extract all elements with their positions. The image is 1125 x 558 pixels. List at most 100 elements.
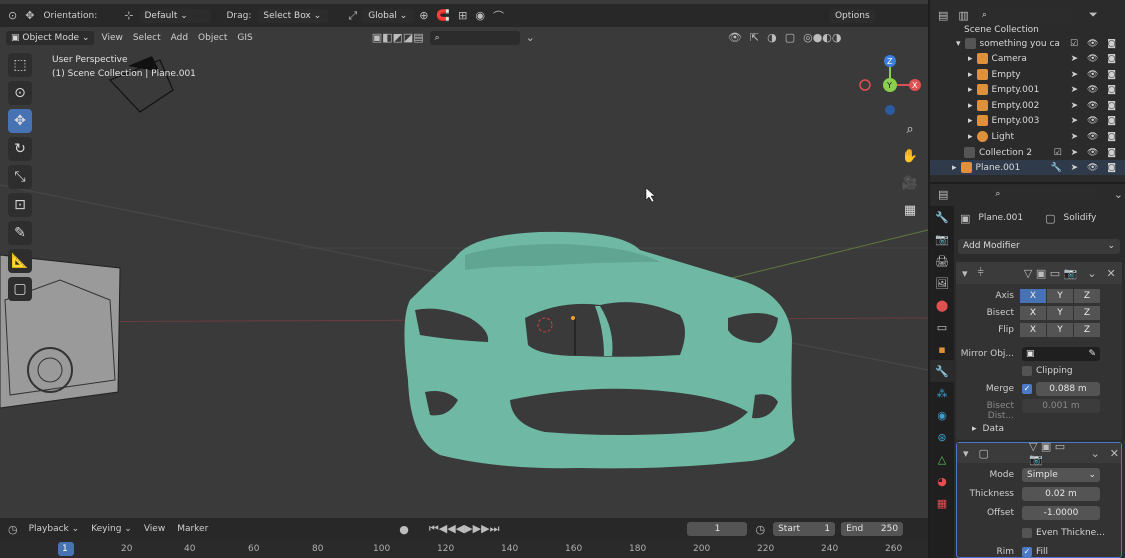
outliner-row[interactable]: Collection 2 ☑ ➤ 👁 ◙ — [930, 145, 1125, 160]
keying-menu[interactable]: Keying ⌄ — [88, 524, 135, 534]
record-icon[interactable]: ● — [397, 523, 411, 536]
collapse-chevron-icon[interactable]: ▾ — [961, 447, 971, 460]
object-tab-icon[interactable]: ▪ — [930, 338, 954, 360]
outliner-row[interactable]: ▾ something you ca ☑ 👁 ◙ — [930, 36, 1125, 51]
add-cube-tool-icon[interactable]: ▢ — [8, 277, 32, 301]
data-subpanel[interactable]: ▸ Data — [972, 424, 1004, 434]
ortho-grid-icon[interactable]: ▦ — [899, 199, 921, 221]
mirror-remove-icon[interactable]: ✕ — [1105, 267, 1118, 280]
flip-z-button[interactable]: Z — [1074, 323, 1100, 337]
transform-space-dropdown[interactable]: Global ⌄ — [363, 8, 414, 23]
snap-target-icon[interactable]: ⊞ — [456, 9, 469, 22]
output-tab-icon[interactable]: 🖨 — [930, 250, 954, 272]
properties-search-input[interactable]: ⌕ — [990, 187, 1098, 201]
outliner-row[interactable]: ▸ Empty.003 ➤ 👁 ◙ — [930, 113, 1125, 128]
offset-field[interactable]: -1.0000 — [1022, 506, 1100, 520]
editor-type-icon[interactable]: ◷ — [6, 523, 20, 536]
thickness-field[interactable]: 0.02 m — [1022, 487, 1100, 501]
drag-dropdown[interactable]: Select Box ⌄ — [258, 8, 329, 23]
menu-view[interactable]: View — [98, 33, 125, 43]
start-frame-field[interactable]: Start 1 — [773, 522, 836, 536]
visibility-icon[interactable]: 👁 — [726, 31, 744, 44]
axis-z-button[interactable]: Z — [1074, 289, 1100, 303]
move-tool-icon[interactable]: ✥ — [8, 109, 32, 133]
scene-tab-icon[interactable]: ⬤ — [930, 294, 954, 316]
add-modifier-button[interactable]: Add Modifier ⌄ — [958, 239, 1120, 254]
outliner-row[interactable]: ▸ Camera ➤ 👁 ◙ — [930, 51, 1125, 66]
world-tab-icon[interactable]: ▭ — [930, 316, 954, 338]
flip-x-button[interactable]: X — [1020, 323, 1046, 337]
menu-add[interactable]: Add — [168, 33, 191, 43]
proportional-edit-icon[interactable]: ◉ — [473, 9, 487, 22]
merge-distance-field[interactable]: 0.088 m — [1036, 382, 1100, 396]
bisect-y-button[interactable]: Y — [1047, 306, 1073, 320]
outliner-row[interactable]: ▸ Empty ➤ 👁 ◙ — [930, 67, 1125, 82]
playback-controls-icons[interactable]: ⏮◀◀◀▶▶▶⏭ — [427, 522, 502, 536]
view-layer-tab-icon[interactable]: 🖼 — [930, 272, 954, 294]
solidify-dropdown-icon[interactable]: ⌄ — [1089, 447, 1102, 460]
pan-hand-icon[interactable]: ✋ — [899, 145, 921, 167]
tool-tab-icon[interactable]: 🔧 — [930, 206, 954, 228]
clipping-checkbox[interactable]: Clipping — [1022, 366, 1073, 376]
playback-menu[interactable]: Playback ⌄ — [26, 524, 83, 534]
shading-icons[interactable]: ◎●◐◑ — [801, 31, 843, 44]
falloff-icon[interactable]: ⌒ — [491, 8, 506, 24]
bisect-z-button[interactable]: Z — [1074, 306, 1100, 320]
modifier-tab-icon[interactable]: 🔧 — [930, 360, 954, 382]
rotate-tool-icon[interactable]: ↻ — [8, 137, 32, 161]
move-gizmo-icon[interactable]: ✥ — [23, 9, 36, 22]
annotate-tool-icon[interactable]: ✎ — [8, 221, 32, 245]
options-chevron-icon[interactable]: ⌄ — [1112, 188, 1125, 201]
bisect-x-button[interactable]: X — [1020, 306, 1046, 320]
constraints-tab-icon[interactable]: ⊛ — [930, 426, 954, 448]
zoom-icon[interactable]: ⌕ — [899, 118, 921, 140]
editor-type-icon[interactable]: ▤ — [936, 188, 950, 201]
orientation-dropdown[interactable]: Default ⌄ — [139, 8, 210, 23]
view-menu[interactable]: View — [141, 524, 168, 534]
snap-icon[interactable]: 🧲 — [434, 9, 452, 22]
cursor-tool-icon[interactable]: ⊙ — [8, 81, 32, 105]
particles-tab-icon[interactable]: ⁂ — [930, 382, 954, 404]
mirror-object-field[interactable]: ▣ ✎ — [1022, 347, 1100, 361]
xray-icon[interactable]: ▢ — [783, 31, 797, 44]
data-tab-icon[interactable]: △ — [930, 448, 954, 470]
axis-x-button[interactable]: X — [1020, 289, 1046, 303]
editor-type-icon[interactable]: ▤ — [936, 9, 950, 22]
outliner-row[interactable]: ▸ Light ➤ 👁 ◙ — [930, 129, 1125, 144]
end-frame-field[interactable]: End 250 — [841, 522, 904, 536]
mode-dropdown[interactable]: Simple ⌄ — [1022, 468, 1100, 482]
display-mode-icon[interactable]: ▥ — [956, 9, 970, 22]
collapse-chevron-icon[interactable]: ▾ — [960, 267, 970, 280]
measure-tool-icon[interactable]: 📐 — [8, 249, 32, 273]
mirror-visibility-icons[interactable]: ▽ ▣ ▭ 📷 — [1022, 267, 1079, 280]
mirror-dropdown-icon[interactable]: ⌄ — [1085, 267, 1098, 280]
marker-menu[interactable]: Marker — [174, 524, 211, 534]
filter-icon[interactable]: ⏷ — [1087, 8, 1100, 22]
options-dropdown[interactable]: Options — [829, 8, 875, 23]
solidify-remove-icon[interactable]: ✕ — [1108, 447, 1121, 460]
scale-tool-icon[interactable]: ⤡ — [8, 165, 32, 189]
even-thickness-checkbox[interactable]: Even Thickne... — [1022, 528, 1105, 538]
axis-y-button[interactable]: Y — [1047, 289, 1073, 303]
viewport-search-input[interactable]: ⌕ — [429, 30, 520, 45]
filter-dropdown-icon[interactable]: ⌄ — [524, 31, 537, 44]
texture-tab-icon[interactable]: ▦ — [930, 492, 954, 514]
pivot-icon[interactable]: ⊕ — [417, 9, 430, 22]
menu-gis[interactable]: GIS — [234, 33, 255, 43]
solidify-visibility-icons[interactable]: ▽ ▣ ▭ 📷 — [1027, 440, 1083, 466]
outliner-search-input[interactable]: ⌕ — [976, 8, 1073, 22]
menu-object[interactable]: Object — [195, 33, 230, 43]
camera-view-icon[interactable]: 🎥 — [899, 172, 921, 194]
overlay-icon[interactable]: ◑ — [765, 31, 779, 44]
current-frame-field[interactable]: 1 — [687, 522, 748, 536]
select-tool-icon[interactable]: ⬚ — [8, 53, 32, 77]
navigation-gizmo[interactable]: Z X Y — [858, 52, 924, 118]
editor-type-icon[interactable]: ⊙ — [6, 9, 19, 22]
transform-tool-icon[interactable]: ⊡ — [8, 193, 32, 217]
outliner-row[interactable]: ▸ Plane.001 🔧 ➤ 👁 ◙ — [930, 160, 1125, 175]
clock-icon[interactable]: ◷ — [753, 523, 767, 536]
material-tab-icon[interactable]: ◕ — [930, 470, 954, 492]
outliner-row[interactable]: Scene Collection — [930, 22, 1125, 37]
menu-select[interactable]: Select — [130, 33, 164, 43]
gizmo-icon[interactable]: ⇱ — [748, 31, 761, 44]
